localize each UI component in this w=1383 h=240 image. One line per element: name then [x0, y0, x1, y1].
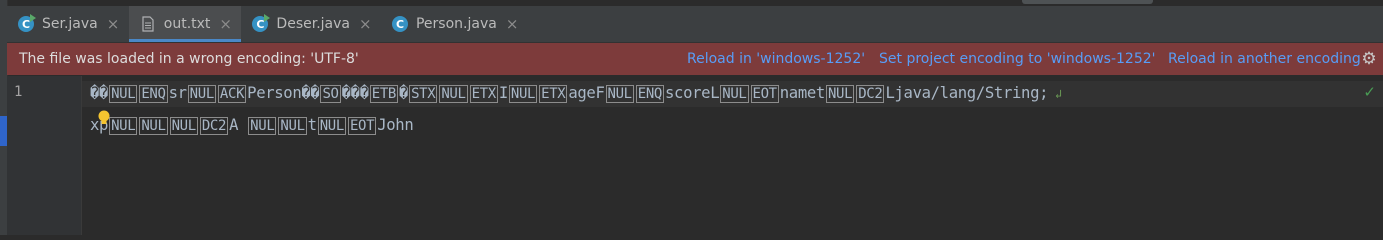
checkmark-icon[interactable]: ✓ [1363, 83, 1376, 101]
control-char-token: DC2 [856, 85, 885, 103]
control-char-token: NUL [248, 117, 277, 135]
close-icon[interactable]: × [506, 16, 519, 32]
control-char-token: NUL [169, 117, 198, 135]
control-char-token: SO [320, 85, 341, 103]
control-char-token: NUL [439, 85, 468, 103]
left-strip-selection [0, 116, 7, 146]
tab-label: Ser.java [42, 16, 98, 32]
soft-wrap-icon: ↲ [1048, 87, 1062, 101]
text-file-icon [140, 16, 156, 32]
tab-out-txt[interactable]: out.txt × [128, 6, 242, 42]
text-token: ageF [568, 84, 605, 102]
control-char-token: ETX [469, 85, 498, 103]
gear-icon[interactable]: ⚙ [1360, 50, 1378, 68]
reload-in-windows-1252-link[interactable]: Reload in 'windows-1252' [687, 51, 865, 67]
control-char-token: NUL [825, 85, 855, 103]
control-char-token: EOT [750, 85, 779, 103]
control-char-token: ACK [217, 85, 247, 103]
code-line-1[interactable]: �� NUL ENQ sr NUL ACK Person�� SO ��� ETB � STX NUL E… [90, 84, 1062, 103]
editor-area[interactable]: 1 �� NUL ENQ sr NUL ACK Person�� SO ��� ETB � STX NU… [7, 76, 1383, 235]
tab-label: out.txt [163, 16, 211, 32]
control-char-token: NUL [720, 85, 749, 103]
control-char-token: STX [409, 85, 438, 103]
tab-person-java[interactable]: C Person.java × [381, 6, 528, 42]
text-token: sr [168, 84, 187, 102]
tab-label: Person.java [415, 16, 497, 32]
code-line-2[interactable]: xp NUL NUL NUL DC2 A NUL NUL t NUL EOT John [90, 116, 414, 135]
close-icon[interactable]: × [219, 16, 232, 32]
text-token: t [307, 116, 317, 134]
text-token: Person [247, 84, 302, 102]
control-char-token: DC2 [199, 117, 229, 135]
tab-ser-java[interactable]: C Ser.java × [7, 6, 129, 42]
java-run-class-icon: C [18, 14, 36, 32]
reload-in-another-encoding-link[interactable]: Reload in another encoding [1168, 51, 1361, 67]
text-token: I [498, 84, 508, 102]
close-icon[interactable]: × [359, 16, 372, 32]
control-char-token: NUL [139, 117, 168, 135]
tab-label: Deser.java [276, 16, 350, 32]
text-token: A [229, 116, 248, 134]
replacement-char-token: �� [301, 84, 320, 102]
set-project-encoding-link[interactable]: Set project encoding to 'windows-1252' [879, 51, 1156, 67]
control-char-token: NUL [278, 117, 307, 135]
line-number: 1 [14, 84, 23, 100]
text-token: namet [779, 84, 826, 102]
encoding-warning-banner: The file was loaded in a wrong encoding:… [7, 43, 1383, 75]
text-token: Ljava/lang/String; [885, 84, 1049, 102]
control-char-token: NUL [187, 85, 216, 103]
replacement-char-token: ��� [341, 84, 369, 102]
tab-deser-java[interactable]: C Deser.java × [241, 6, 381, 42]
lightbulb-icon[interactable] [97, 110, 111, 128]
control-char-token: NUL [317, 117, 346, 135]
control-char-token: NUL [109, 85, 138, 103]
control-char-token: NUL [508, 85, 538, 103]
line-gutter: 1 [7, 76, 82, 235]
control-char-token: NUL [109, 117, 138, 135]
control-char-token: ENQ [635, 85, 665, 103]
control-char-token: ENQ [139, 85, 168, 103]
control-char-token: ETX [539, 85, 568, 103]
control-char-token: NUL [605, 85, 634, 103]
java-run-class-icon: C [252, 14, 271, 32]
text-token: scoreL [665, 84, 720, 102]
replacement-char-token: � [399, 84, 409, 102]
java-class-icon: C [391, 16, 408, 32]
close-icon[interactable]: × [107, 16, 120, 32]
editor-tab-bar: C Ser.java × out.txt × C Deser.java × C … [7, 6, 1383, 43]
control-char-token: EOT [347, 117, 377, 135]
text-token: John [377, 116, 414, 134]
banner-message: The file was loaded in a wrong encoding:… [19, 51, 359, 67]
replacement-char-token: �� [90, 84, 109, 102]
top-scrollbar[interactable] [1022, 0, 1153, 4]
control-char-token: ETB [369, 85, 399, 103]
